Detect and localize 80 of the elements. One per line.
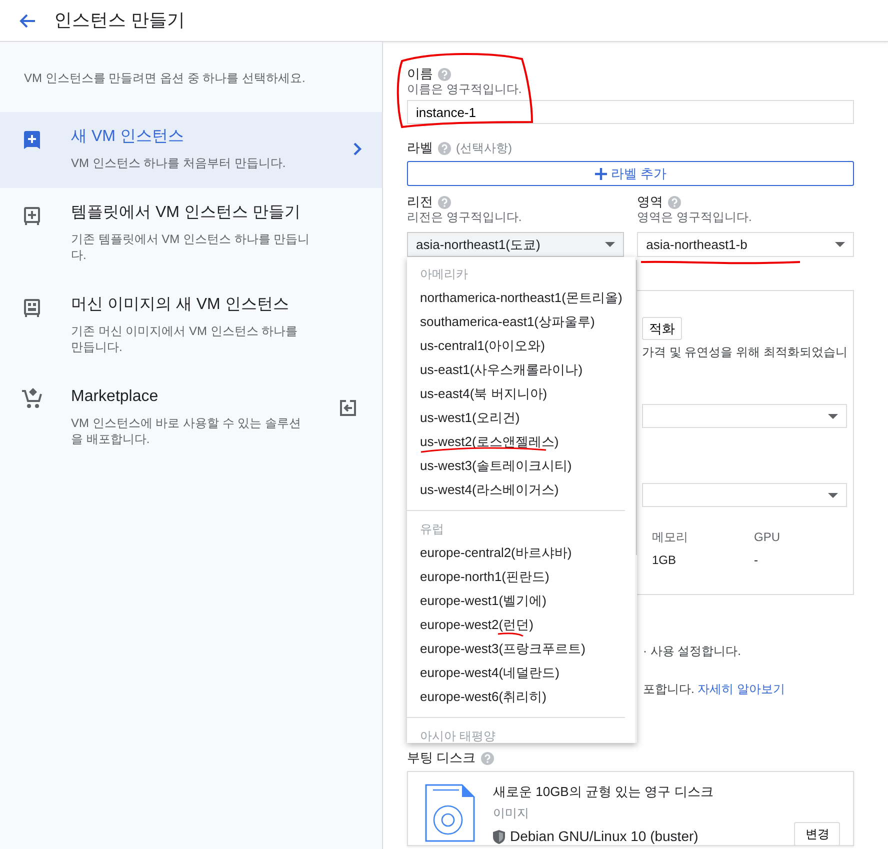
menu-group-heading: 유럽 xyxy=(419,521,445,538)
menu-item[interactable]: us-east4(북 버지니아) xyxy=(407,382,636,406)
name-input[interactable]: instance-1 xyxy=(407,100,854,124)
option-title: 새 VM 인스턴스 xyxy=(71,127,185,147)
caret-icon xyxy=(835,242,846,247)
field-label: 리전 xyxy=(407,194,433,210)
plus-icon xyxy=(594,168,607,180)
add-label-button[interactable]: 라벨 추가 xyxy=(407,161,854,186)
menu-item[interactable]: europe-north1(핀란드) xyxy=(407,565,636,589)
caret-icon xyxy=(828,414,838,418)
menu-item[interactable]: us-central1(아이오와) xyxy=(407,334,636,358)
menu-item[interactable]: us-east1(사우스캐롤라이나) xyxy=(407,358,636,382)
back-arrow-icon[interactable] xyxy=(18,12,36,28)
image-name: Debian GNU/Linux 10 (buster) xyxy=(510,827,698,846)
option-title: Marketplace xyxy=(71,387,160,407)
field-label: 영역 xyxy=(637,194,664,210)
optional-text: (선택사항) xyxy=(456,140,512,156)
dropdown-field[interactable] xyxy=(642,483,848,507)
menu-item[interactable]: europe-west6(취리히) xyxy=(407,685,636,709)
menu-item[interactable]: europe-west1(벨기에) xyxy=(407,589,636,613)
zone-select[interactable]: asia-northeast1-b xyxy=(637,232,854,257)
menu-item[interactable]: europe-west3(프랑크푸르트) xyxy=(407,637,636,661)
field-label: 이름 xyxy=(407,66,433,82)
spec-value: 1GB xyxy=(652,552,678,568)
shield-icon xyxy=(493,830,505,844)
sidebar-option[interactable]: Marketplace VM 인스턴스에 바로 사용할 수 있는 솔루션을 배포합니다. xyxy=(0,372,382,464)
menu-item[interactable]: southamerica-east1(상파울루) xyxy=(407,310,636,334)
disk-title: 새로운 10GB의 균형 있는 영구 디스크 xyxy=(493,784,714,800)
menu-item[interactable]: northamerica-northeast1(몬트리올) xyxy=(407,286,636,310)
sidebar-option[interactable]: 템플릿에서 VM 인스턴스 만들기 기존 템플릿에서 VM 인스턴스 하나를 만듭니다. xyxy=(0,188,382,280)
sidebar-option[interactable]: 머신 이미지의 새 VM 인스턴스 기존 머신 이미지에서 VM 인스턴스 하나를 만듭니다. xyxy=(0,280,382,372)
spec-heading: 메모리 xyxy=(652,529,689,545)
option-description: 기존 템플릿에서 VM 인스턴스 하나를 만듭니다. xyxy=(71,231,311,263)
field-label: 라벨 xyxy=(407,140,433,156)
spec-heading: GPU xyxy=(754,529,782,545)
field-hint: 이름은 영구적입니다. xyxy=(407,82,523,96)
image-label: 이미지 xyxy=(493,805,530,821)
field-hint: 리전은 영구적입니다. xyxy=(407,210,523,224)
help-icon[interactable] xyxy=(668,196,682,208)
caret-icon xyxy=(828,492,838,498)
menu-item[interactable]: us-west2(로스앤젤레스) xyxy=(407,430,636,454)
option-title: 템플릿에서 VM 인스턴스 만들기 xyxy=(71,203,302,223)
field-hint: 영역은 영구적입니다. xyxy=(637,210,753,224)
caret-icon xyxy=(605,242,616,247)
help-icon[interactable] xyxy=(438,142,451,154)
cart-icon xyxy=(21,386,43,409)
add-box-icon xyxy=(24,130,40,149)
menu-item[interactable]: us-west3(솔트레이크시티) xyxy=(407,454,636,478)
annotation-underline xyxy=(497,632,525,638)
option-description: 기존 머신 이미지에서 VM 인스턴스 하나를 만듭니다. xyxy=(71,323,299,355)
dropdown-field[interactable] xyxy=(642,404,848,428)
option-description: VM 인스턴스 하나를 처음부터 만듭니다. xyxy=(71,155,287,171)
help-icon[interactable] xyxy=(438,196,451,208)
server-icon xyxy=(24,298,40,317)
region-select[interactable]: asia-northeast1(도쿄) xyxy=(407,232,624,257)
menu-item[interactable]: europe-central2(바르샤바) xyxy=(407,541,636,565)
option-title: 머신 이미지의 새 VM 인스턴스 xyxy=(71,295,290,315)
menu-item[interactable]: europe-west4(네덜란드) xyxy=(407,661,636,685)
note-text: 포합니다. 자세히 알아보기 xyxy=(643,681,786,697)
add-box-icon xyxy=(24,206,40,225)
menu-group-heading: 아시아 태평양 xyxy=(419,728,496,743)
help-icon[interactable] xyxy=(438,68,451,80)
change-button[interactable]: 변경 xyxy=(794,822,840,846)
menu-item[interactable]: us-west4(라스베이거스) xyxy=(407,478,636,502)
help-icon[interactable] xyxy=(480,752,494,764)
optimize-button[interactable]: 적화 xyxy=(642,317,682,340)
exit-icon[interactable] xyxy=(340,400,356,416)
field-label: 부팅 디스크 xyxy=(407,750,476,766)
sidebar-option[interactable]: 새 VM 인스턴스 VM 인스턴스 하나를 처음부터 만듭니다. xyxy=(0,112,382,188)
sidebar-intro: VM 인스턴스를 만들려면 옵션 중 하나를 선택하세요. xyxy=(23,70,306,87)
option-description: VM 인스턴스에 바로 사용할 수 있는 솔루션을 배포합니다. xyxy=(71,415,302,447)
note-text: · 사용 설정합니다. xyxy=(643,643,741,659)
spec-value: - xyxy=(754,552,759,568)
learn-more-link[interactable]: 자세히 알아보기 xyxy=(698,682,786,696)
menu-group-heading: 아메리카 xyxy=(419,266,469,283)
card-note: 가격 및 유연성을 위해 최적화되었습니 xyxy=(642,344,848,360)
menu-item[interactable]: us-west1(오리건) xyxy=(407,406,636,430)
page-title: 인스턴스 만들기 xyxy=(54,9,186,32)
chevron-right-icon xyxy=(353,142,362,156)
menu-item[interactable]: europe-west2(런던) xyxy=(407,613,636,637)
